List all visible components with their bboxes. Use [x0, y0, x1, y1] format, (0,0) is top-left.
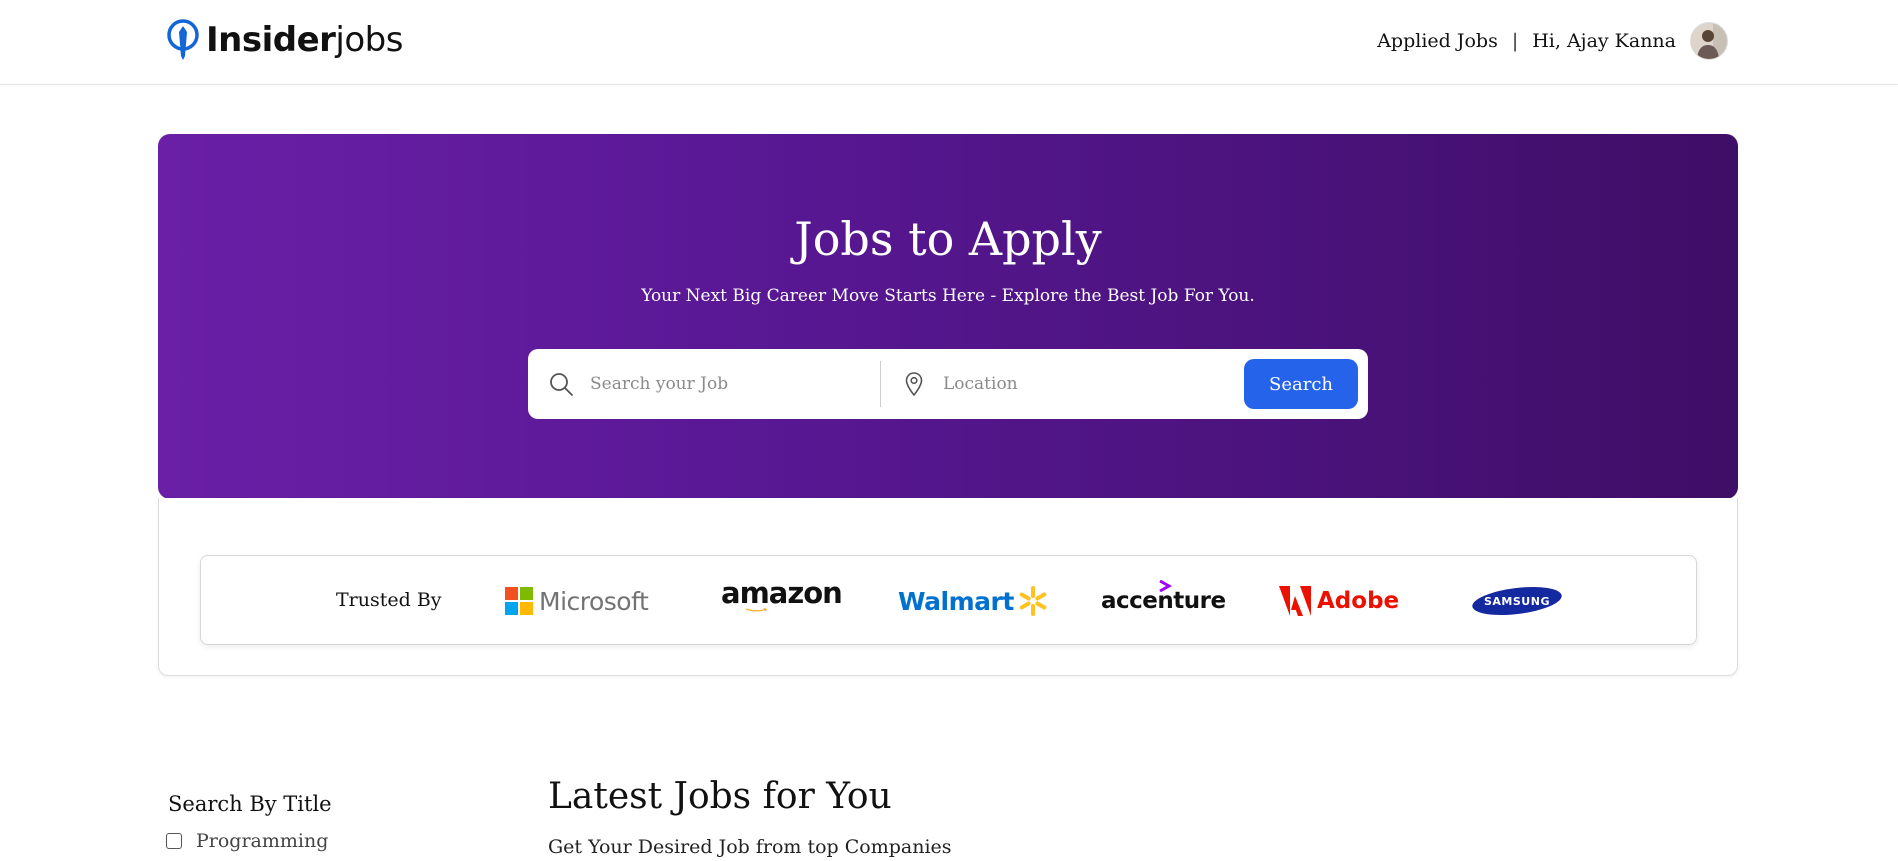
- samsung-logo: SAMSUNG: [1471, 584, 1563, 618]
- location-search-field: [881, 361, 1213, 407]
- adobe-logo: Adobe: [1279, 584, 1399, 618]
- microsoft-windows-icon: [505, 587, 533, 615]
- accenture-chevron-icon: [1159, 580, 1172, 592]
- location-input[interactable]: [941, 373, 1185, 395]
- user-avatar[interactable]: [1690, 22, 1728, 60]
- site-logo[interactable]: Insiderjobs: [166, 18, 403, 62]
- logo-tie-icon: [167, 19, 199, 60]
- walmart-spark-icon: [1019, 586, 1047, 616]
- location-pin-icon: [905, 372, 923, 397]
- applied-jobs-link[interactable]: Applied Jobs: [1377, 30, 1498, 52]
- adobe-logo-text: Adobe: [1317, 588, 1400, 614]
- microsoft-logo-text: Microsoft: [539, 586, 649, 616]
- microsoft-logo: Microsoft: [505, 584, 649, 618]
- trusted-by-logos: Trusted By Microsoft amazon Walmart acce…: [200, 555, 1697, 645]
- filter-option-label: Programming: [196, 830, 329, 852]
- filter-checkbox[interactable]: [166, 833, 182, 849]
- search-icon: [550, 373, 573, 396]
- walmart-logo-text: Walmart: [898, 586, 1014, 616]
- trusted-by-section: Trusted By Microsoft amazon Walmart acce…: [158, 498, 1738, 676]
- amazon-logo-text: amazon: [721, 576, 843, 610]
- nav-separator: |: [1511, 30, 1519, 52]
- hero-title: Jobs to Apply: [794, 212, 1102, 266]
- avatar-photo-icon: [1691, 23, 1727, 59]
- job-search-input[interactable]: [588, 373, 832, 395]
- trusted-by-label: Trusted By: [336, 589, 442, 611]
- samsung-ellipse-icon: SAMSUNG: [1472, 586, 1562, 616]
- logo-text-insider: Insider: [206, 20, 336, 60]
- logo-text-jobs: jobs: [335, 20, 403, 60]
- adobe-a-icon: [1279, 586, 1311, 616]
- hero-banner: Jobs to Apply Your Next Big Career Move …: [158, 134, 1738, 499]
- latest-jobs-subtitle: Get Your Desired Job from top Companies: [548, 836, 952, 858]
- top-navbar: Insiderjobs Applied Jobs | Hi, Ajay Kann…: [0, 0, 1898, 85]
- samsung-logo-text: SAMSUNG: [1484, 595, 1550, 608]
- amazon-logo: amazon: [721, 576, 843, 612]
- latest-jobs-title: Latest Jobs for You: [548, 776, 892, 817]
- filter-option-programming[interactable]: Programming: [166, 830, 328, 852]
- hero-subtitle: Your Next Big Career Move Starts Here - …: [641, 286, 1255, 306]
- user-greeting: Hi, Ajay Kanna: [1532, 30, 1676, 52]
- amazon-smile-icon: [745, 608, 767, 612]
- filter-title: Search By Title: [168, 792, 332, 816]
- accenture-logo: accenture: [1101, 580, 1226, 618]
- search-button[interactable]: Search: [1244, 359, 1358, 409]
- walmart-logo: Walmart: [898, 584, 1048, 618]
- job-search-bar: Search: [528, 349, 1368, 419]
- job-search-field: [528, 361, 881, 407]
- user-nav: Applied Jobs | Hi, Ajay Kanna: [1377, 22, 1728, 60]
